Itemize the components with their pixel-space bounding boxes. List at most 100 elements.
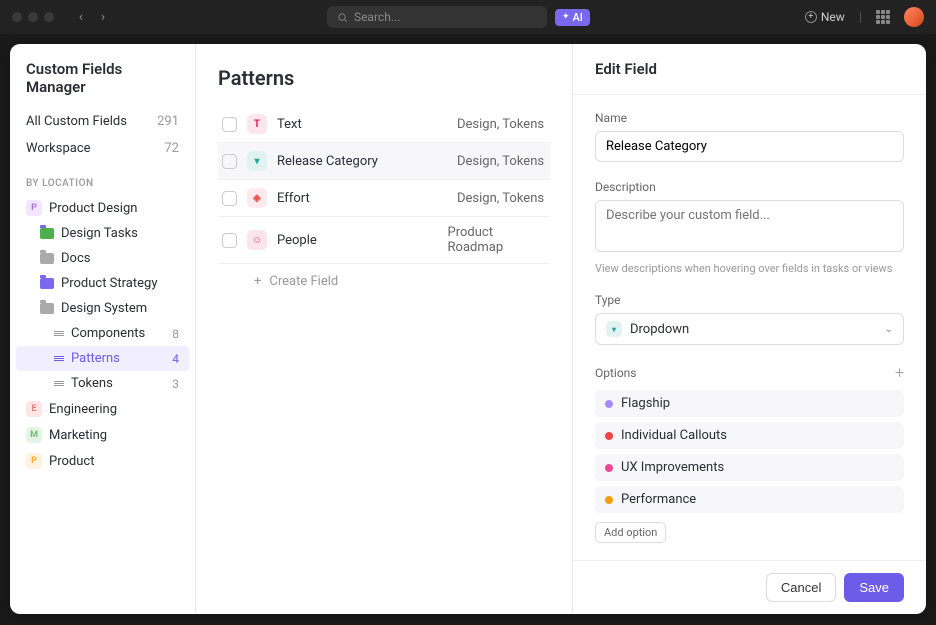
space-engineering[interactable]: E Engineering <box>10 396 195 422</box>
list-icon <box>54 331 64 336</box>
folder-design-system[interactable]: Design System <box>10 296 195 321</box>
space-marketing[interactable]: M Marketing <box>10 422 195 448</box>
list-components[interactable]: Components 8 <box>10 321 195 346</box>
edit-panel: Edit Field Name Description View descrip… <box>572 44 926 614</box>
search-placeholder: Search... <box>354 10 400 24</box>
create-field-label: Create Field <box>269 274 338 289</box>
space-label: Engineering <box>49 402 179 417</box>
checkbox[interactable] <box>222 117 237 132</box>
minimize-icon[interactable] <box>28 12 38 22</box>
back-button[interactable]: ‹ <box>72 9 90 25</box>
field-tags: Design, Tokens <box>457 191 544 206</box>
option-row[interactable]: UX Improvements <box>595 454 904 481</box>
option-label: Individual Callouts <box>621 428 727 443</box>
checkbox[interactable] <box>222 233 237 248</box>
sidebar-workspace[interactable]: Workspace 72 <box>10 135 195 162</box>
folder-label: Docs <box>61 251 179 266</box>
sidebar-section-header: BY LOCATION <box>10 162 195 195</box>
chevron-down-icon: ⌄ <box>885 324 893 335</box>
apps-icon[interactable] <box>876 10 890 24</box>
description-hint: View descriptions when hovering over fie… <box>595 262 904 275</box>
space-product-design[interactable]: P Product Design <box>10 195 195 221</box>
field-row[interactable]: ◈ Effort Design, Tokens <box>218 180 550 217</box>
folder-icon <box>40 303 54 314</box>
sidebar-all-fields-count: 291 <box>157 114 179 129</box>
checkbox[interactable] <box>222 191 237 206</box>
sidebar-title: Custom Fields Manager <box>10 60 195 108</box>
maximize-icon[interactable] <box>44 12 54 22</box>
option-color-dot <box>605 400 613 408</box>
search-icon <box>337 12 348 23</box>
options-label: Options <box>595 366 637 380</box>
field-name: Release Category <box>277 154 447 169</box>
folder-product-strategy[interactable]: Product Strategy <box>10 271 195 296</box>
window-controls <box>12 12 54 22</box>
folder-docs[interactable]: Docs <box>10 246 195 271</box>
field-type-icon: ☺ <box>247 230 267 250</box>
list-icon <box>54 381 64 386</box>
main: Patterns T Text Design, Tokens ▾ Release… <box>196 44 926 614</box>
type-select[interactable]: ▾ Dropdown ⌄ <box>595 313 904 345</box>
field-name: People <box>277 233 438 248</box>
plus-icon: + <box>805 11 817 23</box>
field-row[interactable]: ☺ People Product Roadmap <box>218 217 550 264</box>
name-input[interactable] <box>595 131 904 162</box>
page-title: Patterns <box>218 66 550 90</box>
space-label: Product <box>49 454 179 469</box>
checkbox[interactable] <box>222 154 237 169</box>
space-badge-icon: M <box>26 427 42 443</box>
new-label: New <box>821 10 845 24</box>
option-row[interactable]: Individual Callouts <box>595 422 904 449</box>
sidebar-all-fields-label: All Custom Fields <box>26 114 127 129</box>
space-badge-icon: P <box>26 453 42 469</box>
folder-icon <box>40 253 54 264</box>
sidebar-all-fields[interactable]: All Custom Fields 291 <box>10 108 195 135</box>
folder-design-tasks[interactable]: Design Tasks <box>10 221 195 246</box>
sidebar-workspace-label: Workspace <box>26 141 91 156</box>
space-badge-icon: E <box>26 401 42 417</box>
field-tags: Design, Tokens <box>457 117 544 132</box>
save-button[interactable]: Save <box>844 573 904 602</box>
create-field-button[interactable]: + Create Field <box>218 264 550 299</box>
field-row[interactable]: T Text Design, Tokens <box>218 106 550 143</box>
name-label: Name <box>595 111 904 125</box>
add-option-button[interactable]: Add option <box>595 522 666 543</box>
option-row[interactable]: Performance <box>595 486 904 513</box>
list-icon <box>54 356 64 361</box>
description-input[interactable] <box>595 200 904 252</box>
option-label: UX Improvements <box>621 460 724 475</box>
cancel-button[interactable]: Cancel <box>766 573 836 602</box>
list-patterns[interactable]: Patterns 4 <box>16 346 189 371</box>
panel-title: Edit Field <box>573 44 926 95</box>
field-type-icon: ◈ <box>247 188 267 208</box>
option-color-dot <box>605 432 613 440</box>
search-input[interactable]: Search... <box>327 6 547 28</box>
field-type-icon: ▾ <box>247 151 267 171</box>
list-count: 3 <box>172 377 179 391</box>
field-tags: Product Roadmap <box>448 225 546 255</box>
list-label: Patterns <box>71 351 165 366</box>
space-product[interactable]: P Product <box>10 448 195 474</box>
field-row[interactable]: ▾ Release Category Design, Tokens <box>218 143 550 180</box>
field-tags: Design, Tokens <box>457 154 544 169</box>
field-name: Effort <box>277 191 447 206</box>
list-tokens[interactable]: Tokens 3 <box>10 371 195 396</box>
space-badge-icon: P <box>26 200 42 216</box>
space-label: Product Design <box>49 201 179 216</box>
add-option-icon[interactable]: + <box>895 363 904 382</box>
close-icon[interactable] <box>12 12 22 22</box>
content: Patterns T Text Design, Tokens ▾ Release… <box>196 44 572 614</box>
avatar[interactable] <box>904 7 924 27</box>
list-count: 8 <box>172 327 179 341</box>
option-row[interactable]: Flagship <box>595 390 904 417</box>
ai-button[interactable]: ✦ AI <box>555 9 590 26</box>
new-button[interactable]: + New <box>805 10 845 24</box>
folder-icon <box>40 228 54 239</box>
list-label: Tokens <box>71 376 165 391</box>
field-name: Text <box>277 117 447 132</box>
forward-button[interactable]: › <box>94 9 112 25</box>
sidebar-workspace-count: 72 <box>164 141 179 156</box>
sidebar: Custom Fields Manager All Custom Fields … <box>10 44 196 614</box>
app-frame: Custom Fields Manager All Custom Fields … <box>10 44 926 614</box>
field-type-icon: T <box>247 114 267 134</box>
